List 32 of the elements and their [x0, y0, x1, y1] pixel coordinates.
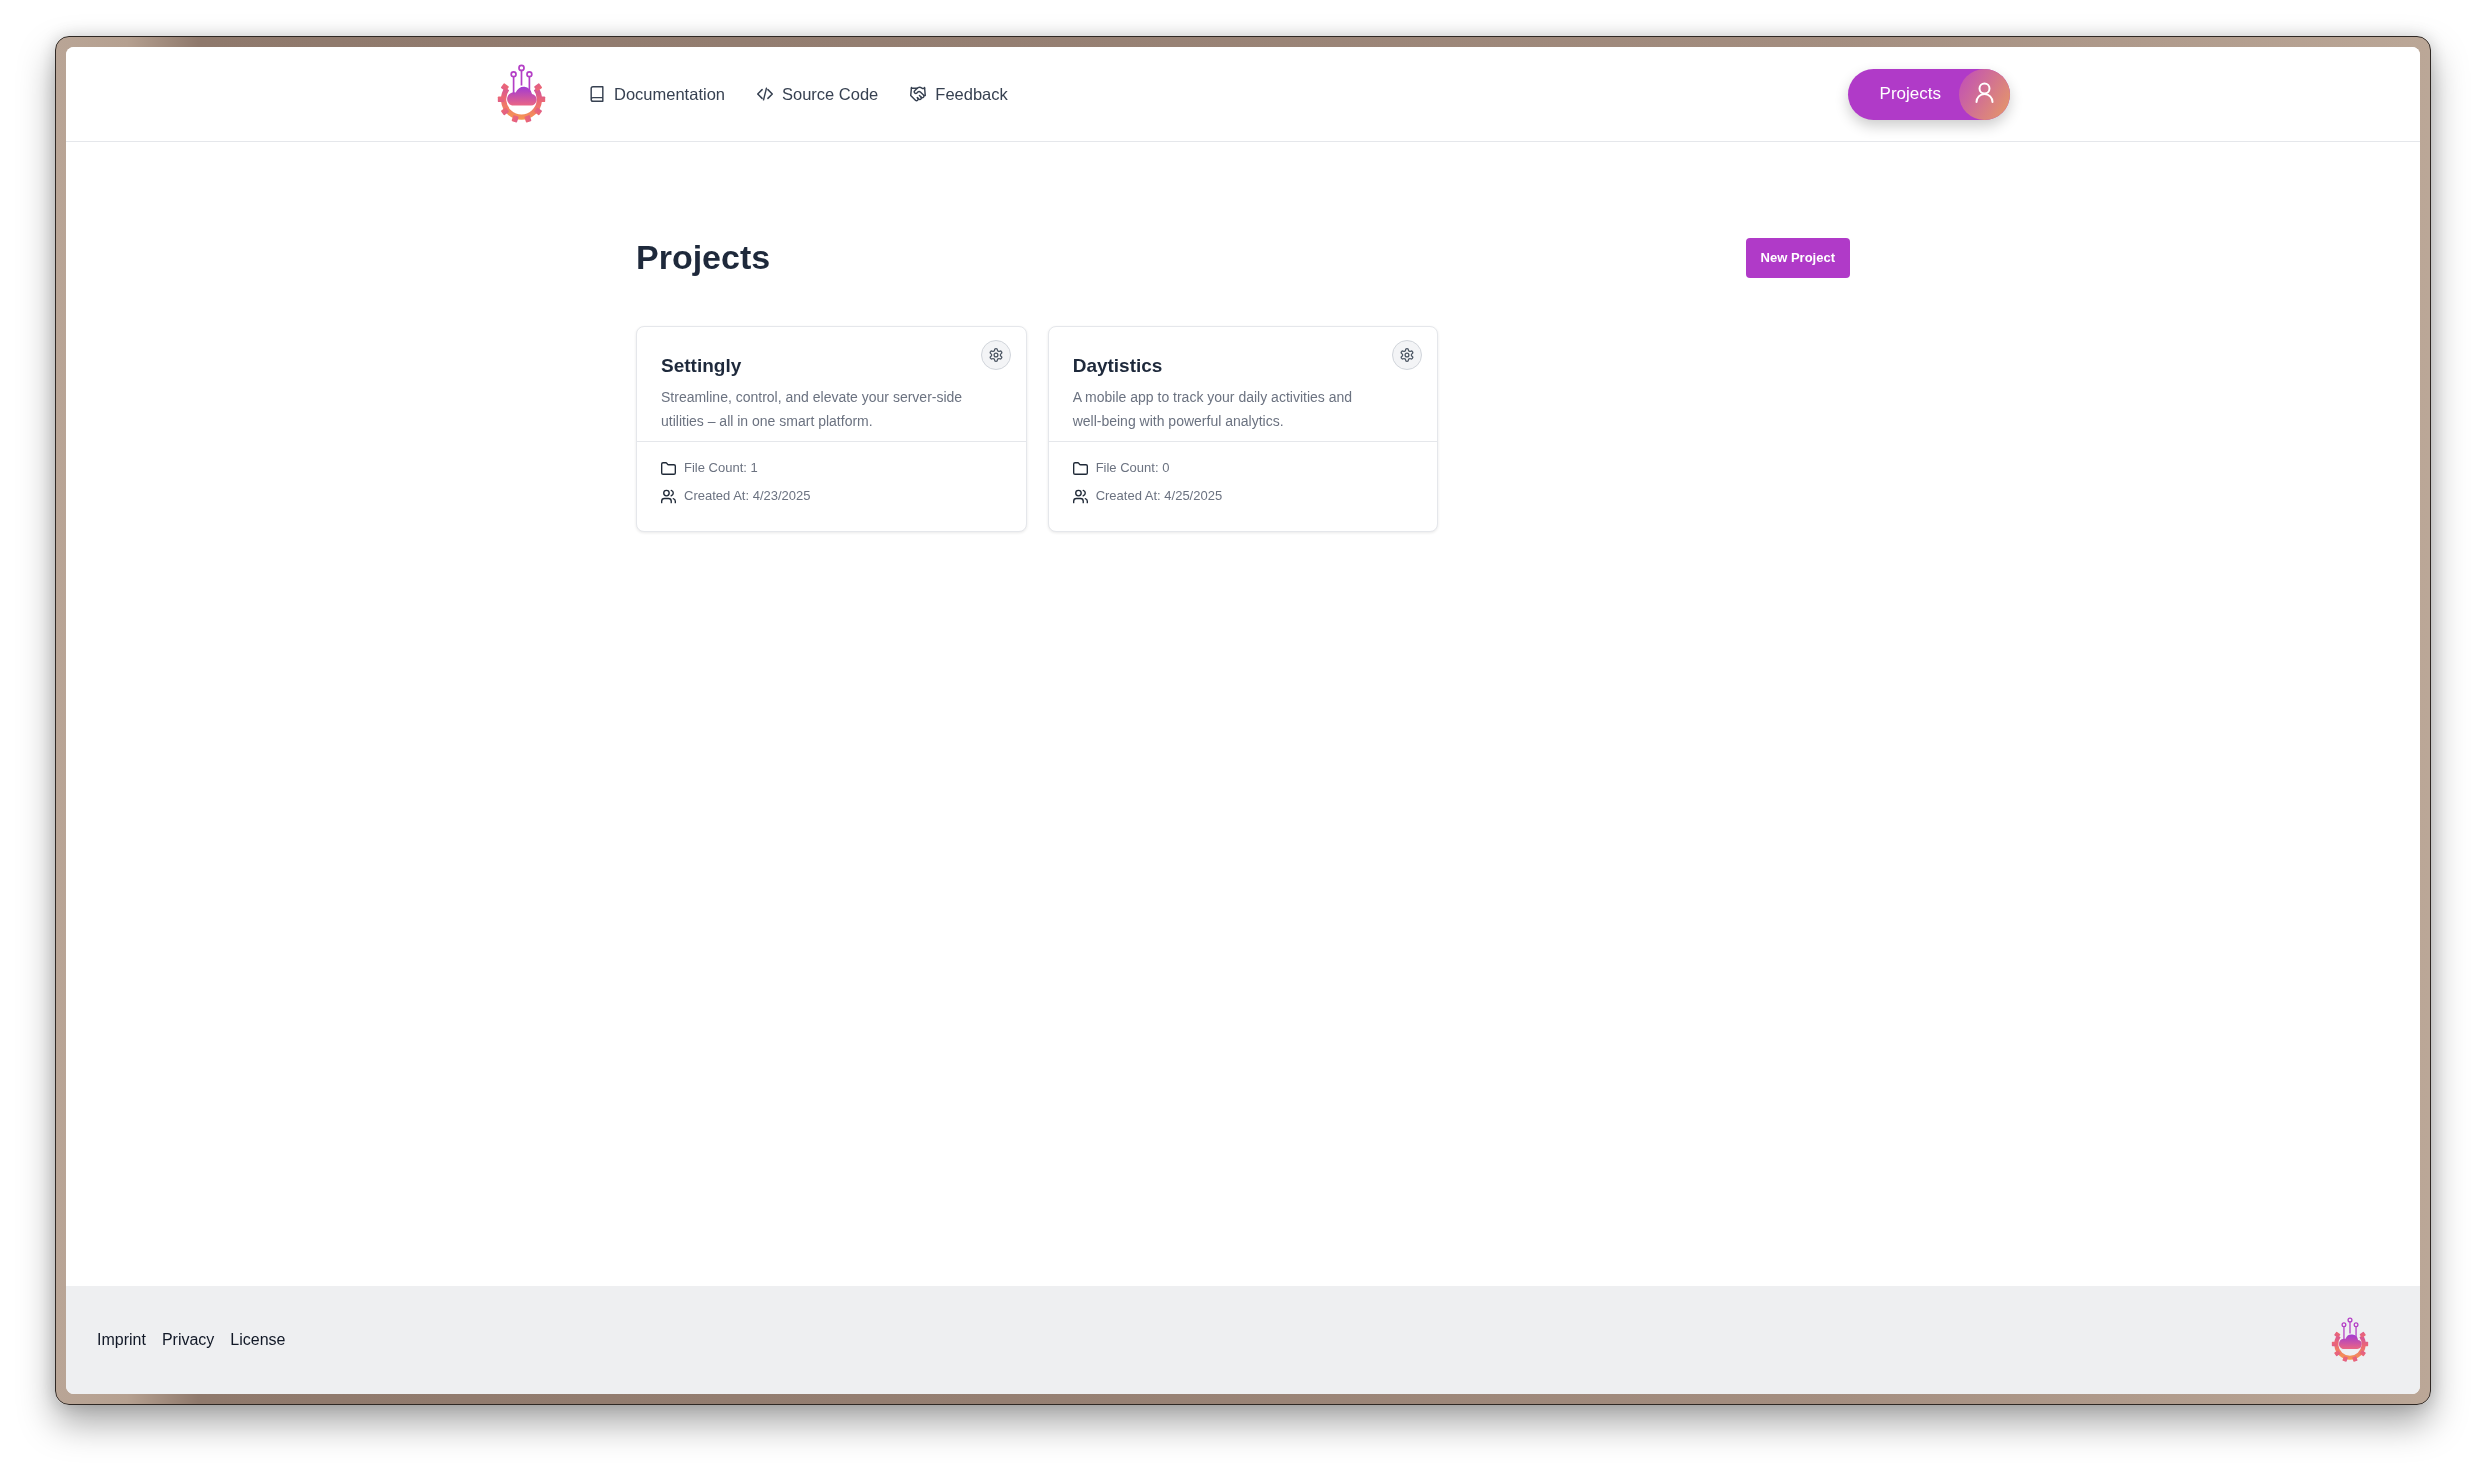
- settings-button[interactable]: [980, 340, 1011, 370]
- footer-link[interactable]: License: [230, 1328, 286, 1352]
- users-icon: [1072, 488, 1088, 504]
- settings-button[interactable]: [1392, 340, 1423, 370]
- cloud-gear-logo: [2329, 1317, 2371, 1363]
- settings-icon: [1400, 348, 1415, 362]
- file-count-text: File Count: 1: [684, 459, 758, 477]
- project-title: Settingly: [661, 354, 742, 377]
- project-title: Daytistics: [1072, 354, 1163, 377]
- folder-icon: [1072, 460, 1088, 476]
- book-icon: [589, 86, 605, 102]
- nav-link[interactable]: Source Code: [757, 81, 879, 107]
- nav-link[interactable]: Feedback: [910, 81, 1008, 107]
- new-project-button[interactable]: New Project: [1745, 237, 1850, 278]
- footer-link[interactable]: Imprint: [97, 1328, 146, 1352]
- project-card[interactable]: Daytistics A mobile app to track your daily activities and well-being with powerful analytics. File Count: 0 Created At: 4/25/2025: [1047, 326, 1439, 532]
- project-description: Streamline, control, and elevate your server-side utilities – all in one smart platform.: [661, 388, 964, 431]
- handshake-icon: [910, 86, 927, 102]
- nav-link[interactable]: Documentation: [589, 81, 725, 107]
- settings-icon: [988, 348, 1003, 362]
- code-icon: [757, 86, 773, 102]
- projects-button[interactable]: Projects: [1847, 68, 2010, 120]
- file-count-text: File Count: 0: [1095, 459, 1170, 477]
- footer-link[interactable]: Privacy: [161, 1328, 215, 1352]
- users-icon: [661, 488, 676, 504]
- project-card[interactable]: Settingly Streamline, control, and elevate your server-side utilities – all in one smart platform. File Count: 1 Created At: 4/23/2025: [636, 326, 1027, 532]
- folder-icon: [661, 460, 676, 476]
- project-description: A mobile app to track your daily activities and well-being with powerful analytics.: [1072, 388, 1354, 431]
- created-date-text: Created At: 4/23/2025: [684, 487, 811, 505]
- page-title: Projects: [636, 237, 771, 278]
- user-avatar-icon: [1959, 68, 2010, 120]
- created-date-text: Created At: 4/25/2025: [1095, 487, 1223, 505]
